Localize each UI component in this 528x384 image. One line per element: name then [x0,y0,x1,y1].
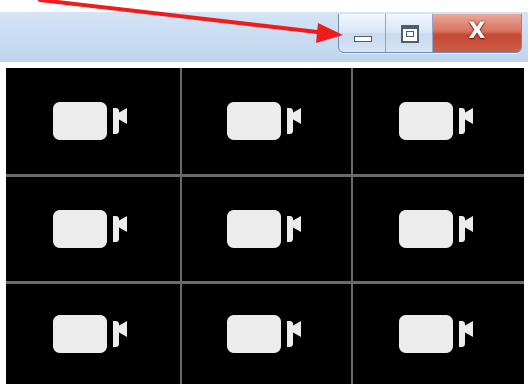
video-camera-icon [53,315,129,353]
video-tile[interactable] [353,68,524,174]
maximize-icon [401,25,419,43]
video-tile[interactable] [6,177,180,281]
video-camera-icon [398,315,475,353]
maximize-button[interactable] [386,14,433,52]
video-tile[interactable] [353,284,524,384]
close-icon: X [468,19,486,44]
video-tile[interactable] [182,284,351,384]
video-tile[interactable] [182,68,351,174]
video-tile[interactable] [182,177,351,281]
window-controls: X [338,14,522,53]
video-camera-icon [53,210,129,248]
video-tile[interactable] [353,177,524,281]
close-button[interactable]: X [433,14,521,52]
minimize-button[interactable] [339,14,386,52]
video-tile[interactable] [6,284,180,384]
video-camera-icon [226,315,303,353]
video-grid [6,68,524,384]
video-camera-icon [398,210,475,248]
video-camera-icon [226,210,303,248]
screenshot-stage: X [0,0,528,384]
video-camera-icon [53,102,129,140]
video-camera-icon [398,102,475,140]
minimize-icon [354,36,372,42]
video-camera-icon [226,102,303,140]
video-tile[interactable] [6,68,180,174]
